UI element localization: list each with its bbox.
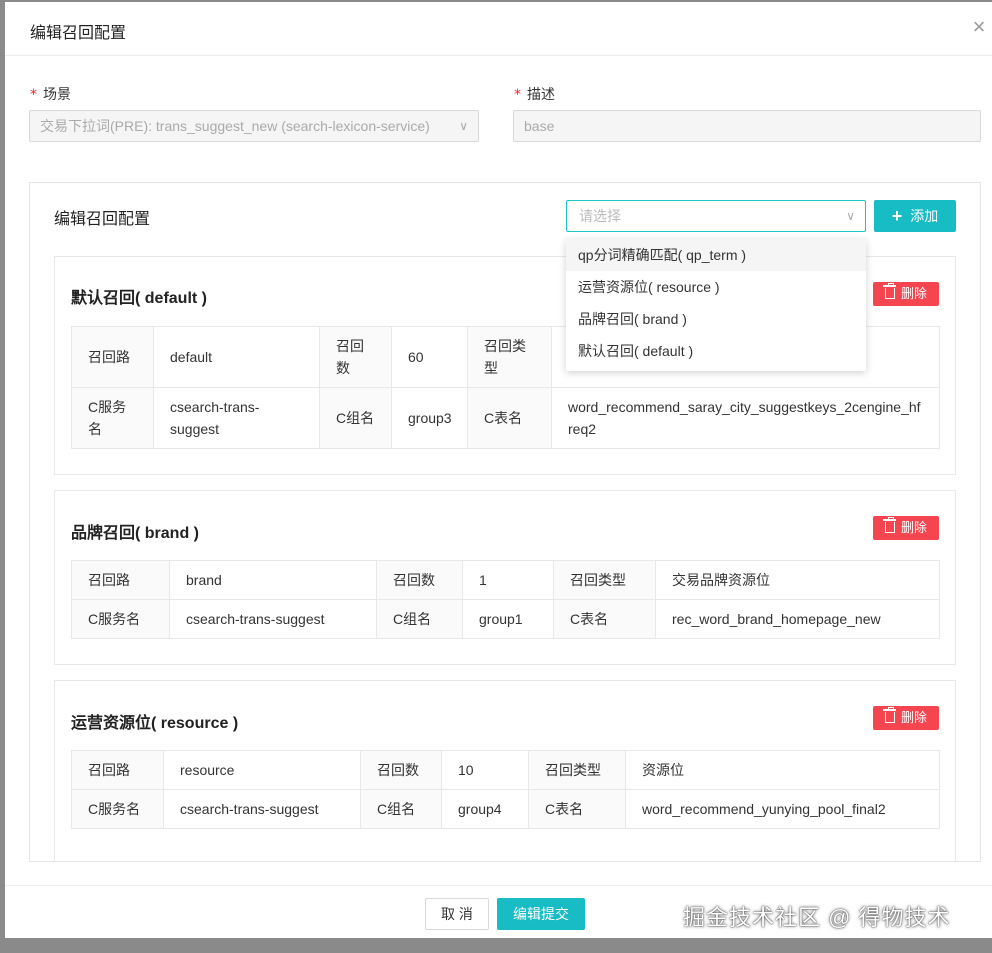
add-label: 添加 [910, 208, 939, 224]
delete-button[interactable]: 删除 [873, 516, 939, 540]
value-cell: word_recommend_yunying_pool_final2 [625, 789, 940, 829]
trash-icon [882, 517, 896, 533]
value-cell: group4 [441, 789, 529, 829]
card-title: 品牌召回( brand ) [71, 525, 199, 542]
description-label: * 描述 [514, 86, 555, 103]
delete-label: 删除 [900, 286, 927, 301]
value-cell: 10 [441, 750, 529, 790]
scene-label: * 场景 [30, 86, 71, 103]
plus-icon: + [891, 206, 903, 226]
value-cell: csearch-trans-suggest [153, 387, 320, 449]
select-placeholder: 请选择 [579, 208, 621, 224]
required-mark: * [514, 87, 521, 103]
key-cell: 召回类型 [528, 750, 626, 790]
value-cell: 1 [462, 560, 554, 600]
table-row: 召回路 resource 召回数 10 召回类型 资源位 [71, 750, 940, 790]
key-cell: C服务名 [71, 599, 170, 639]
value-cell: group3 [391, 387, 468, 449]
recall-detail-table: 召回路 brand 召回数 1 召回类型 交易品牌资源位 C服务名 csearc… [71, 560, 940, 639]
chevron-down-icon: ∨ [459, 119, 468, 133]
value-cell: csearch-trans-suggest [169, 599, 377, 639]
trash-icon [882, 283, 896, 299]
submit-button[interactable]: 编辑提交 [497, 898, 585, 930]
table-row: 召回路 brand 召回数 1 召回类型 交易品牌资源位 [71, 560, 940, 600]
table-row: C服务名 csearch-trans-suggest C组名 group3 C表… [71, 387, 940, 449]
value-cell: word_recommend_saray_city_suggestkeys_2c… [551, 387, 940, 449]
key-cell: 召回路 [71, 326, 154, 388]
recall-type-dropdown: qp分词精确匹配( qp_term ) 运营资源位( resource ) 品牌… [566, 239, 866, 371]
scene-select[interactable]: 交易下拉词(PRE): trans_suggest_new (search-le… [29, 110, 479, 142]
key-cell: C服务名 [71, 387, 154, 449]
trash-icon [882, 707, 896, 723]
chevron-down-icon: ∨ [846, 209, 855, 223]
key-cell: C组名 [319, 387, 392, 449]
cancel-button[interactable]: 取 消 [425, 898, 489, 930]
key-cell: C表名 [553, 599, 656, 639]
value-cell: 资源位 [625, 750, 940, 790]
close-icon[interactable]: × [968, 16, 990, 38]
table-row: C服务名 csearch-trans-suggest C组名 group1 C表… [71, 599, 940, 639]
key-cell: C组名 [360, 789, 442, 829]
modal-header: 编辑召回配置 × [5, 2, 992, 56]
modal-footer: 取 消 编辑提交 掘金技术社区 @ 得物技术 [5, 885, 992, 938]
card-title: 运营资源位( resource ) [71, 715, 239, 732]
scene-value: 交易下拉词(PRE): trans_suggest_new (search-le… [40, 118, 430, 134]
value-cell: rec_word_brand_homepage_new [655, 599, 940, 639]
delete-button[interactable]: 删除 [873, 282, 939, 306]
card-title: 默认召回( default ) [71, 290, 207, 307]
value-cell: default [153, 326, 320, 388]
table-row: C服务名 csearch-trans-suggest C组名 group4 C表… [71, 789, 940, 829]
dropdown-option-default[interactable]: 默认召回( default ) [566, 335, 866, 367]
key-cell: 召回路 [71, 560, 170, 600]
dropdown-option-resource[interactable]: 运营资源位( resource ) [566, 271, 866, 303]
value-cell: brand [169, 560, 377, 600]
value-cell: resource [163, 750, 361, 790]
recall-card-resource: 运营资源位( resource ) 删除 召回路 resource 召回数 10… [54, 680, 956, 861]
watermark: 掘金技术社区 @ 得物技术 [683, 905, 951, 930]
dropdown-option-qp-term[interactable]: qp分词精确匹配( qp_term ) [566, 239, 866, 271]
delete-label: 删除 [900, 710, 927, 725]
recall-detail-table: 召回路 resource 召回数 10 召回类型 资源位 C服务名 csearc… [71, 750, 940, 829]
value-cell: 60 [391, 326, 468, 388]
value-cell: 交易品牌资源位 [655, 560, 940, 600]
key-cell: 召回数 [360, 750, 442, 790]
modal-title: 编辑召回配置 [30, 25, 127, 42]
panel-title: 编辑召回配置 [54, 211, 151, 228]
required-mark: * [30, 87, 37, 103]
description-value: base [524, 118, 555, 134]
key-cell: C组名 [376, 599, 463, 639]
edit-recall-config-modal: 编辑召回配置 × * 场景 交易下拉词(PRE): trans_suggest_n… [5, 2, 992, 938]
key-cell: 召回类型 [553, 560, 656, 600]
add-button[interactable]: + 添加 [874, 200, 956, 232]
key-cell: C表名 [528, 789, 626, 829]
delete-button[interactable]: 删除 [873, 706, 939, 730]
dropdown-option-brand[interactable]: 品牌召回( brand ) [566, 303, 866, 335]
key-cell: C服务名 [71, 789, 164, 829]
recall-type-select[interactable]: 请选择 ∨ [566, 200, 866, 232]
delete-label: 删除 [900, 520, 927, 535]
value-cell: group1 [462, 599, 554, 639]
key-cell: 召回类型 [467, 326, 552, 388]
description-input[interactable]: base [513, 110, 981, 142]
key-cell: C表名 [467, 387, 552, 449]
value-cell: csearch-trans-suggest [163, 789, 361, 829]
recall-card-brand: 品牌召回( brand ) 删除 召回路 brand 召回数 1 召回类型 交易… [54, 490, 956, 665]
key-cell: 召回路 [71, 750, 164, 790]
key-cell: 召回数 [376, 560, 463, 600]
key-cell: 召回数 [319, 326, 392, 388]
